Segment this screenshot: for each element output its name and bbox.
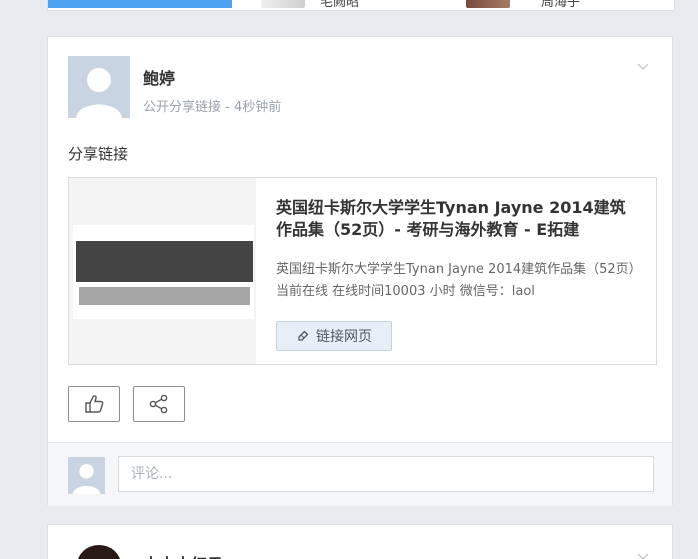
user-photo-icon — [78, 545, 120, 559]
author-name[interactable]: 土土土红日 — [143, 551, 223, 559]
default-avatar-icon — [68, 457, 105, 494]
chevron-down-icon[interactable] — [636, 549, 650, 559]
next-post-card: 土土土红日 — [47, 524, 673, 559]
thumbnail-block — [79, 287, 250, 305]
thumbnail-block — [76, 241, 253, 282]
user-name[interactable]: 毛阙昭 — [320, 0, 359, 10]
comment-input[interactable] — [118, 456, 654, 492]
post-card: 鲍婷 公开分享链接 - 4秒钟前 分享链接 英国纽卡斯尔大学学生Tynan Ja… — [47, 36, 673, 506]
chevron-down-icon[interactable] — [636, 59, 650, 73]
author-avatar[interactable] — [68, 543, 130, 559]
link-description: 英国纽卡斯尔大学学生Tynan Jayne 2014建筑作品集（52页）当前在线… — [276, 262, 642, 299]
link-preview[interactable]: 英国纽卡斯尔大学学生Tynan Jayne 2014建筑作品集（52页）- 考研… — [68, 177, 657, 365]
link-thumbnail[interactable] — [69, 178, 256, 364]
author-name[interactable]: 鲍婷 — [143, 65, 175, 89]
user-thumbnail[interactable] — [466, 0, 510, 8]
previous-post-banner[interactable] — [48, 0, 232, 8]
current-user-avatar — [68, 457, 105, 494]
post-text: 分享链接 — [68, 145, 129, 163]
share-button[interactable] — [133, 386, 185, 422]
open-link-button[interactable]: 链接网页 — [276, 321, 392, 351]
previous-post-card: 毛阙昭 周海子 — [47, 0, 675, 11]
link-icon — [298, 330, 309, 341]
like-button[interactable] — [68, 386, 120, 422]
user-name[interactable]: 周海子 — [541, 0, 580, 10]
default-avatar-icon — [68, 56, 130, 118]
open-link-label: 链接网页 — [316, 329, 372, 345]
user-thumbnail[interactable] — [261, 0, 305, 8]
post-meta: 公开分享链接 - 4秒钟前 — [143, 100, 282, 115]
thumbs-up-icon — [85, 395, 104, 413]
feed-page: 毛阙昭 周海子 鲍婷 公开分享链接 - 4秒钟前 分享链接 英国纽卡斯尔大学学生… — [0, 0, 698, 559]
comment-bar — [48, 442, 672, 506]
author-avatar[interactable] — [68, 56, 130, 118]
share-icon — [149, 394, 168, 414]
link-title[interactable]: 英国纽卡斯尔大学学生Tynan Jayne 2014建筑作品集（52页）- 考研… — [276, 197, 641, 241]
thumbnail-image — [73, 225, 254, 319]
